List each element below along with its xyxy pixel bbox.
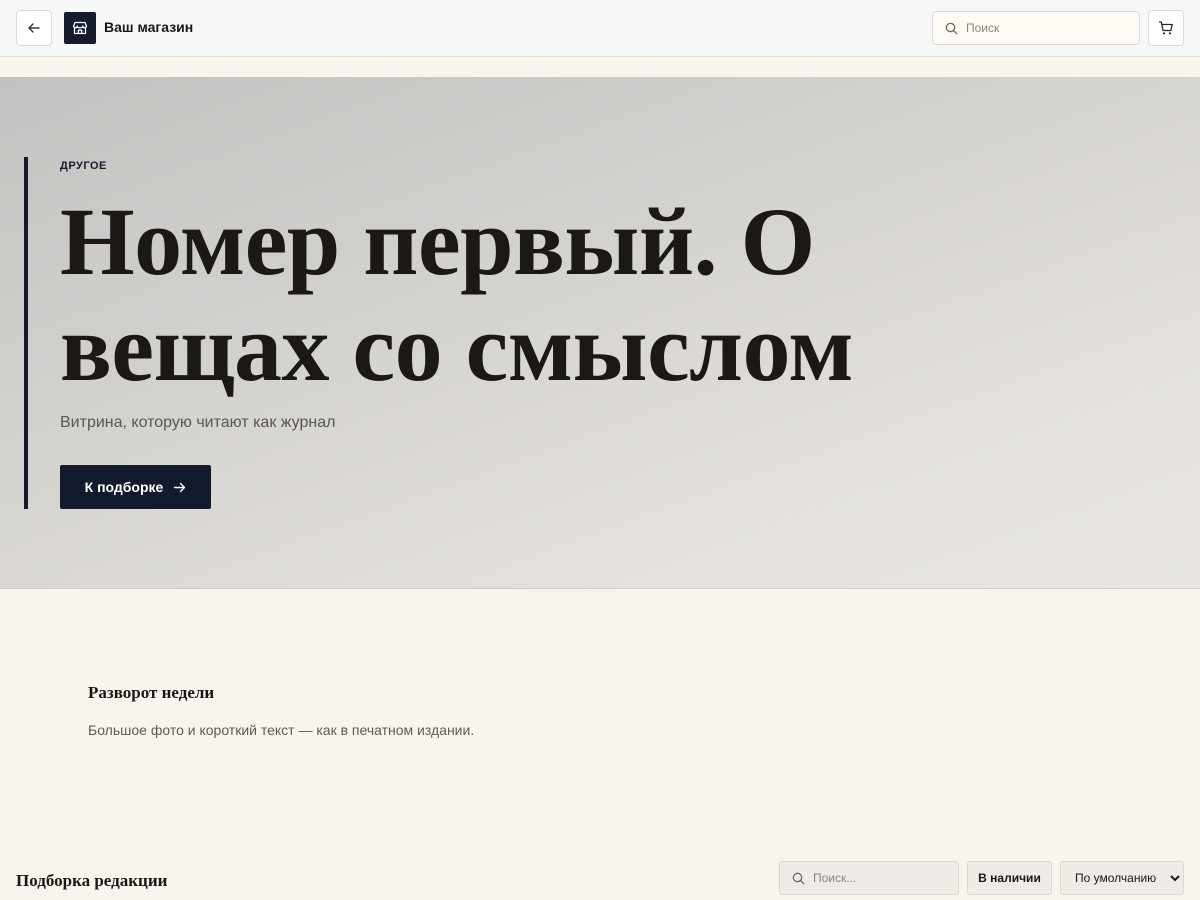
store-name[interactable]: Ваш магазин: [104, 19, 193, 35]
arrow-left-icon: [27, 21, 41, 35]
hero-accent-rule: [24, 157, 28, 509]
in-stock-filter-button[interactable]: В наличии: [967, 861, 1052, 895]
feature-description: Большое фото и короткий текст — как в пе…: [88, 722, 475, 738]
hero-banner: ДРУГОЕ Номер первый. О вещах со смыслом …: [0, 77, 1200, 589]
collection-cta-button[interactable]: К подборке: [60, 465, 211, 509]
sort-select[interactable]: По умолчанию: [1060, 861, 1184, 895]
catalog-search[interactable]: [779, 861, 959, 895]
hero-subtitle: Витрина, которую читают как журнал: [60, 414, 336, 431]
header-search[interactable]: [932, 11, 1140, 45]
hero-category: ДРУГОЕ: [60, 160, 107, 172]
catalog-search-input[interactable]: [813, 871, 953, 885]
search-icon: [792, 872, 805, 885]
cart-button[interactable]: [1148, 10, 1184, 46]
feature-title: Разворот недели: [88, 683, 215, 702]
cta-label: К подборке: [84, 479, 164, 495]
search-input[interactable]: [966, 21, 1136, 35]
hero-title: Номер первый. О вещах со смыслом: [60, 188, 854, 401]
top-header: Ваш магазин: [0, 0, 1200, 57]
arrow-right-icon: [173, 481, 186, 494]
back-button[interactable]: [16, 10, 52, 46]
catalog-title: Подборка редакции: [16, 871, 168, 890]
store-logo[interactable]: [64, 12, 96, 44]
shopping-cart-icon: [1158, 20, 1174, 36]
storefront-icon: [72, 20, 88, 36]
search-icon: [945, 22, 958, 35]
